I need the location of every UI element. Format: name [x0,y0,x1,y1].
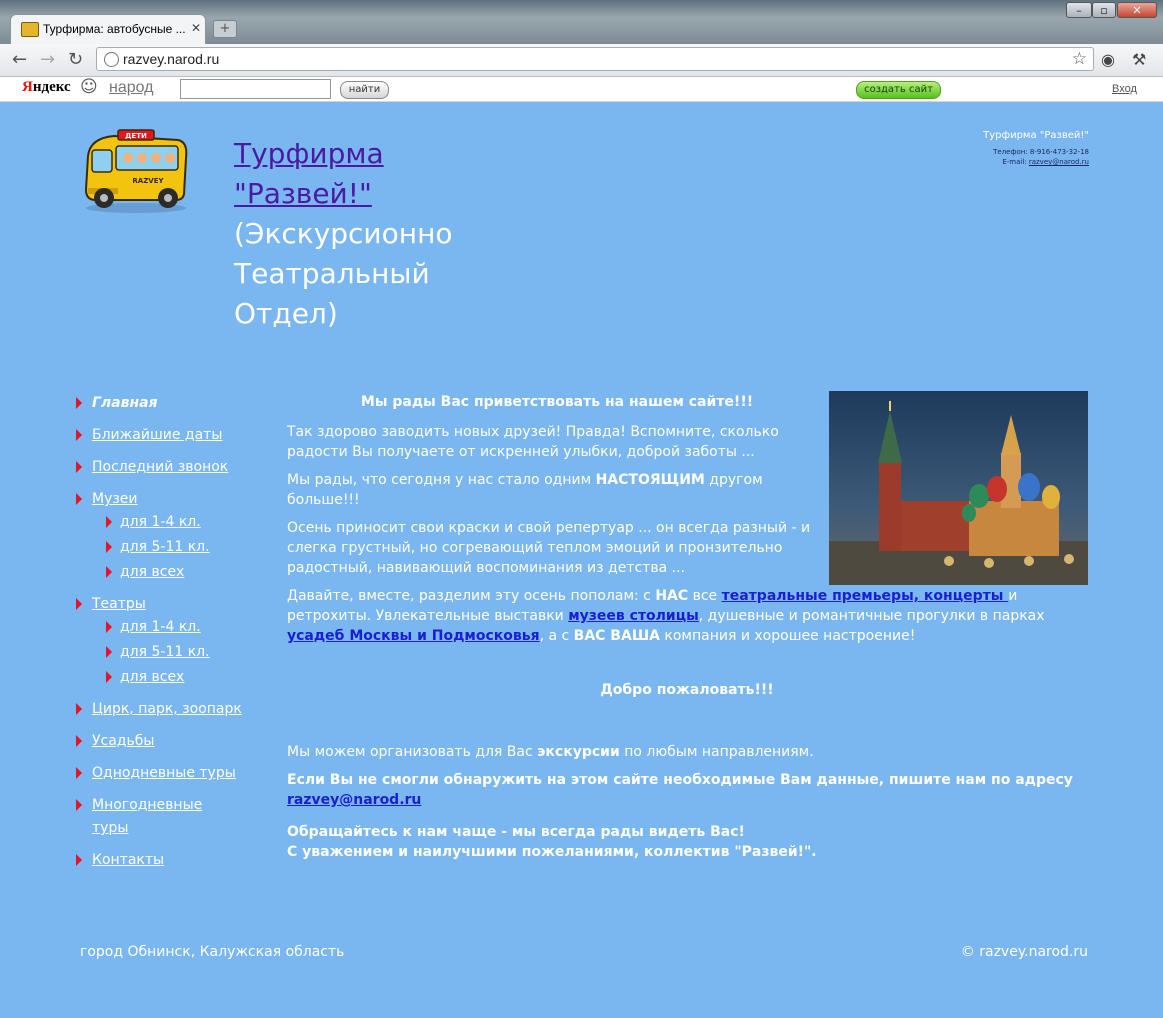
arrow-icon [106,541,112,553]
new-tab-button[interactable]: + [213,20,237,38]
narod-people-icon: ☺ [80,77,98,97]
globe-icon [104,52,119,67]
estates-link[interactable]: усадеб Москвы и Подмосковья [287,628,540,644]
contact-email-line: E-mail: razvey@narod.ru [1002,158,1089,166]
submenu-theatres-1-4[interactable]: для 1-4 кл. [106,618,276,636]
reload-icon[interactable]: ↻ [68,49,83,70]
tab-title: Турфирма: автобусные ... [43,22,186,36]
theatre-premieres-link[interactable]: театральные премьеры, концерты [722,588,1009,604]
autumn-paragraph: Осень приносит свои краски и свой реперт… [287,520,811,576]
menu-item-circus[interactable]: Цирк, парк, зоопарк [76,698,276,721]
menu-item-museums[interactable]: Музеи [76,488,276,511]
bus-favicon-icon [21,22,39,37]
arrow-icon [76,703,82,715]
arrow-icon [76,493,82,505]
browser-tab[interactable]: Турфирма: автобусные ... ✕ [10,14,206,44]
contact-name: Турфирма "Развей!" [983,130,1089,141]
yandex-bar: Яндекс ☺ народ найти создать сайт Вход [0,77,1163,102]
subtitle-line-3: Отдел) [234,297,338,330]
arrow-icon [76,767,82,779]
arrow-icon [106,621,112,633]
subtitle-line-2: Театральный [234,257,430,290]
close-window-button[interactable]: ✕ [1117,2,1157,18]
menu-item-oneday[interactable]: Однодневные туры [76,762,276,785]
welcome-heading: Мы рады Вас приветствовать на нашем сайт… [360,394,754,410]
yandex-search-input[interactable] [180,79,331,99]
address-url: razvey.narod.ru [123,51,220,67]
menu-item-dates[interactable]: Ближайшие даты [76,424,276,447]
new-friend-paragraph: Мы рады, что сегодня у нас стало одним Н… [287,472,763,508]
arrow-icon [76,397,82,409]
submenu-museums-all[interactable]: для всех [106,563,276,581]
address-bar[interactable]: razvey.narod.ru ☆ [96,47,1094,71]
submenu-museums-1-4[interactable]: для 1-4 кл. [106,513,276,531]
arrow-icon [76,735,82,747]
arrow-icon [76,461,82,473]
site-title: Турфирма "Развей!" (Экскурсионно Театрал… [234,134,474,334]
back-icon[interactable]: ← [12,49,27,70]
offer-paragraph: Давайте, вместе, разделим эту осень попо… [287,588,1045,644]
forward-icon[interactable]: → [40,49,55,70]
arrow-icon [106,516,112,528]
submenu-theatres-all[interactable]: для всех [106,668,276,686]
menu-item-estates[interactable]: Усадьбы [76,730,276,753]
wrench-icon[interactable]: ⚒ [1132,50,1146,69]
write-us-paragraph: Если Вы не смогли обнаружить на этом сай… [287,772,1073,808]
submenu-museums-5-11[interactable]: для 5-11 кл. [106,538,276,556]
bus-label-text: RAZVEY [132,177,164,185]
main-content: Мы рады Вас приветствовать на нашем сайт… [287,392,1087,870]
museums-link[interactable]: музеев столицы [568,608,699,624]
camera-icon[interactable]: ◉ [1101,50,1115,69]
page-content: ДЕТИ RAZVEY Турфирма "Развей!" (Экскурси… [6,102,1157,1014]
bookmark-star-icon[interactable]: ☆ [1072,49,1087,69]
yandex-logo[interactable]: Яндекс [22,79,71,96]
contact-block: Турфирма "Развей!" Телефон: 8-916-473-32… [906,130,1089,167]
menu-item-main[interactable]: Главная [76,392,276,415]
minimize-button[interactable]: – [1066,2,1092,18]
footer-city: город Обнинск, Калужская область [80,944,345,960]
create-site-button[interactable]: создать сайт [856,81,941,99]
login-link[interactable]: Вход [1112,83,1137,95]
menu-item-bell[interactable]: Последний звонок [76,456,276,479]
site-title-link-1[interactable]: Турфирма [234,134,474,174]
contact-phone: Телефон: 8-916-473-32-18 [993,148,1089,156]
arrow-icon [76,799,82,811]
submenu-theatres-5-11[interactable]: для 5-11 кл. [106,643,276,661]
footer-copyright: © razvey.narod.ru [960,944,1088,960]
menu-item-theatres[interactable]: Театры [76,593,276,616]
arrow-icon [76,854,82,866]
arrow-icon [76,429,82,441]
browser-titlebar: Турфирма: автобусные ... ✕ + – ▫ ✕ [0,0,1163,44]
menu-item-contacts[interactable]: Контакты [76,849,276,872]
bus-sign-text: ДЕТИ [125,132,147,140]
menu-item-multiday[interactable]: Многодневные туры [76,794,222,840]
subtitle-line-1: (Экскурсионно [234,217,453,250]
arrow-icon [106,646,112,658]
arrow-icon [106,671,112,683]
site-title-link-2[interactable]: "Развей!" [234,174,474,214]
arrow-icon [106,566,112,578]
big-welcome: Добро пожаловать!!! [600,682,774,698]
closing-paragraph: Обращайтесь к нам чаще - мы всегда рады … [287,824,817,860]
maximize-button[interactable]: ▫ [1092,2,1116,18]
browser-toolbar: ← → ↻ razvey.narod.ru ☆ ◉ ⚒ [0,44,1163,77]
arrow-icon [76,598,82,610]
close-tab-icon[interactable]: ✕ [191,21,201,35]
email-link[interactable]: razvey@narod.ru [287,792,421,808]
excursions-paragraph: Мы можем организовать для Вас экскурсии … [287,744,814,760]
narod-link[interactable]: народ [109,79,154,97]
contact-email-link[interactable]: razvey@narod.ru [1029,158,1089,166]
side-menu: Главная Ближайшие даты Последний звонок … [76,392,276,881]
school-bus-logo[interactable]: ДЕТИ RAZVEY [80,128,192,214]
intro-paragraph: Так здорово заводить новых друзей! Правд… [287,424,779,460]
find-button[interactable]: найти [340,81,389,99]
